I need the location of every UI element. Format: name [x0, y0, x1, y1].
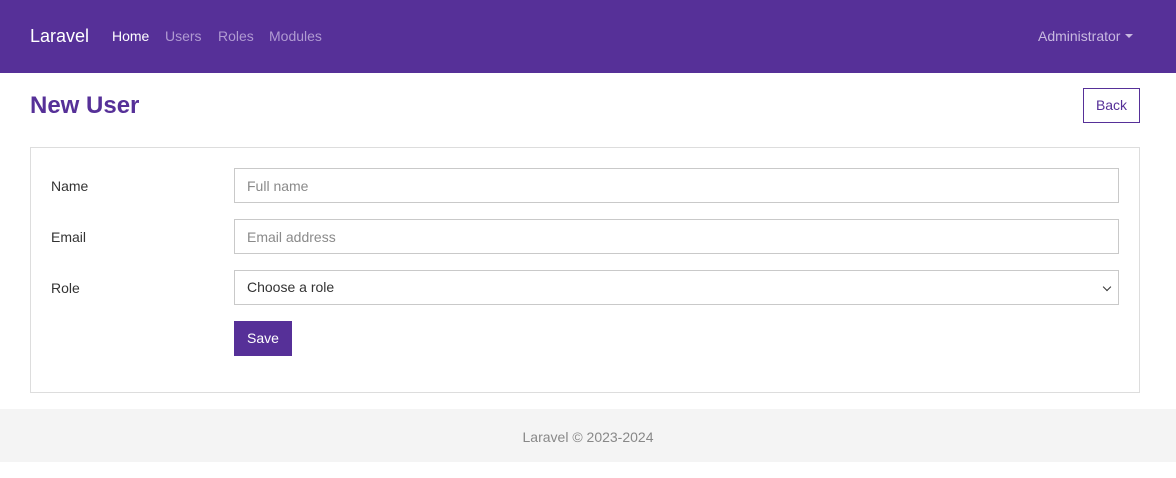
save-button[interactable]: Save — [234, 321, 292, 356]
caret-down-icon — [1125, 34, 1134, 38]
chevron-down-icon — [1102, 282, 1112, 292]
footer: Laravel © 2023-2024 — [0, 409, 1176, 462]
nav-link-home[interactable]: Home — [112, 27, 149, 45]
footer-copyright: Laravel © 2023-2024 — [522, 429, 654, 445]
nav-link-modules[interactable]: Modules — [269, 27, 322, 45]
email-label: Email — [51, 229, 87, 245]
email-input[interactable] — [234, 219, 1119, 254]
nav-link-users[interactable]: Users — [165, 27, 202, 45]
brand-link[interactable]: Laravel — [30, 25, 89, 47]
name-input[interactable] — [234, 168, 1119, 203]
top-navbar: Laravel Home Users Roles Modules Adminis… — [0, 0, 1176, 73]
page-title: New User — [30, 92, 140, 119]
role-select[interactable]: Choose a role — [234, 270, 1119, 305]
nav-link-roles[interactable]: Roles — [218, 27, 254, 45]
user-menu-dropdown[interactable]: Administrator — [1038, 27, 1134, 45]
name-label: Name — [51, 178, 89, 194]
user-menu-label: Administrator — [1038, 28, 1121, 44]
role-label: Role — [51, 280, 80, 296]
role-select-value: Choose a role — [247, 279, 335, 295]
back-button[interactable]: Back — [1083, 88, 1140, 123]
